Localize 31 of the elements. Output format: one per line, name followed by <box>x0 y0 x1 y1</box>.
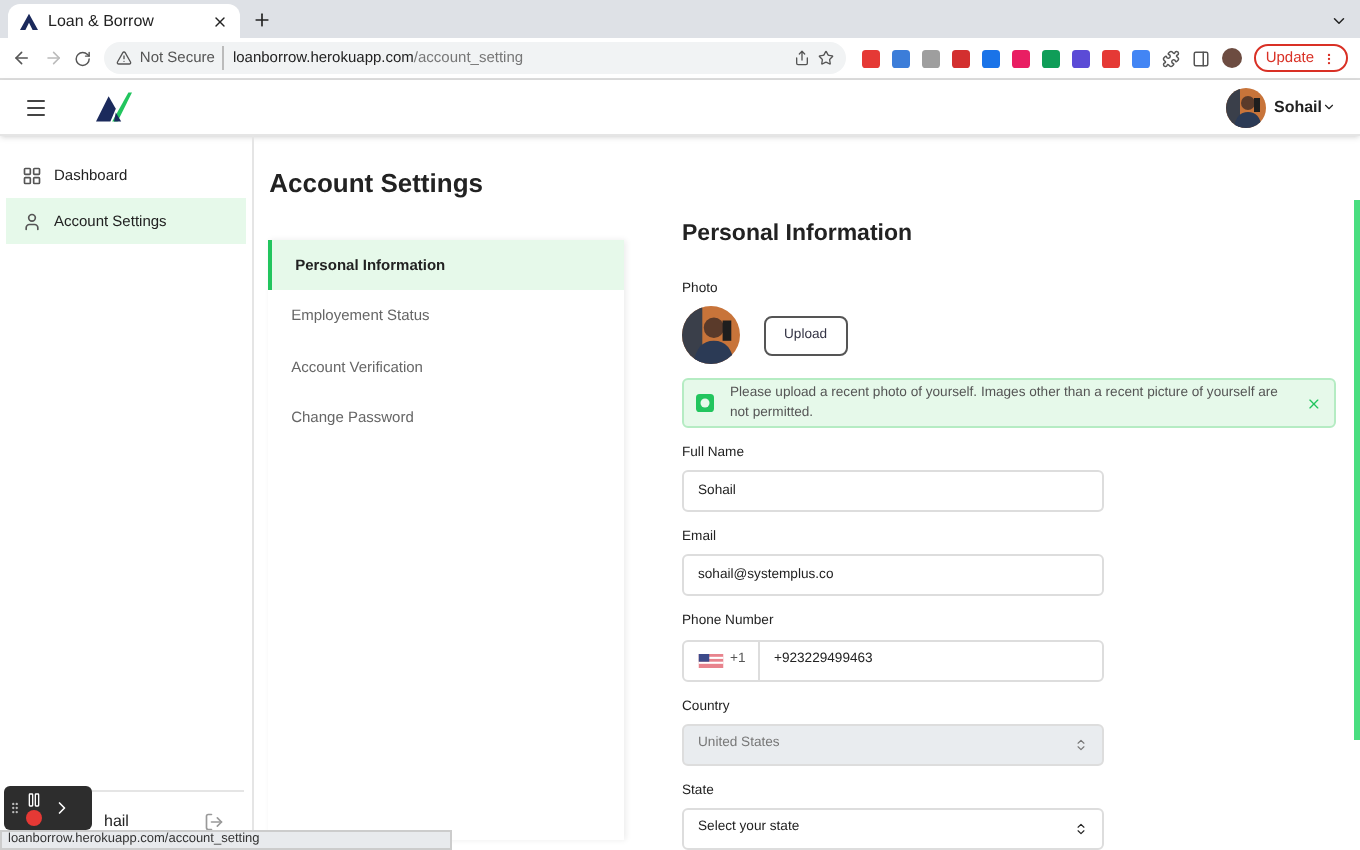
info-icon <box>696 394 714 413</box>
close-icon[interactable] <box>212 13 228 29</box>
section-title: Personal Information <box>682 220 915 250</box>
pause-icon[interactable] <box>26 791 42 807</box>
page-title: Account Settings <box>269 166 485 202</box>
drag-handle-icon[interactable] <box>8 798 22 818</box>
star-icon[interactable] <box>817 50 834 66</box>
grid-icon <box>22 165 42 185</box>
logo-icon <box>20 12 38 30</box>
user-name: hail <box>104 809 129 832</box>
warning-icon <box>115 50 132 66</box>
tab-title: Loan & Borrow <box>48 9 156 33</box>
logo-icon <box>96 92 132 122</box>
select-caret-icon <box>1074 737 1088 752</box>
back-icon[interactable] <box>12 48 32 68</box>
side-panel-icon[interactable] <box>1191 49 1210 67</box>
tab-list-icon[interactable] <box>1330 12 1348 30</box>
new-tab-icon[interactable] <box>252 10 272 30</box>
user-name[interactable]: Sohail <box>1273 95 1322 119</box>
menu-icon[interactable] <box>24 95 48 119</box>
reload-icon[interactable] <box>74 49 92 67</box>
profile-icon[interactable] <box>1221 48 1242 68</box>
more-icon <box>1322 51 1336 65</box>
flag-icon <box>698 653 724 668</box>
browser-tab[interactable]: Loan & Borrow <box>8 4 240 38</box>
share-icon[interactable] <box>793 50 810 66</box>
caret-icon[interactable] <box>1322 100 1336 114</box>
select-caret-icon <box>1074 822 1088 836</box>
extensions-icon[interactable] <box>1161 49 1180 67</box>
logout-icon[interactable] <box>203 811 224 831</box>
user-icon <box>22 211 42 231</box>
